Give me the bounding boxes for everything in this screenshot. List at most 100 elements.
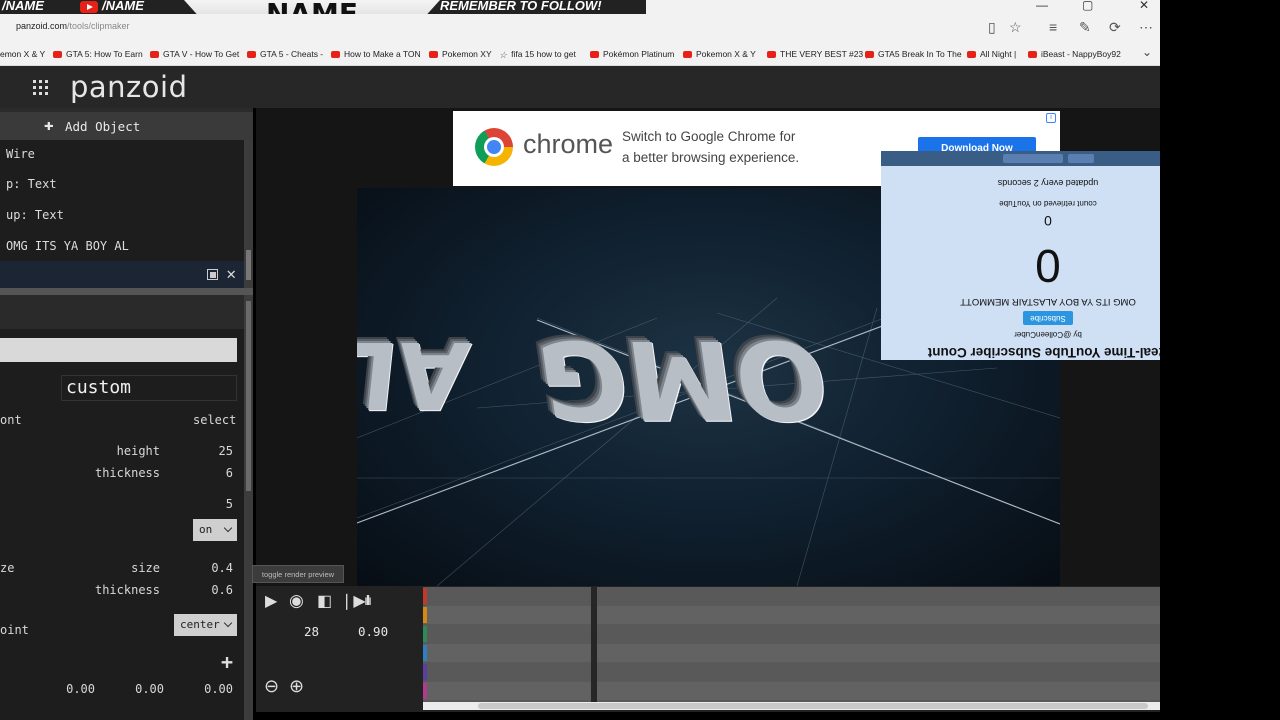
favorite-item[interactable]: GTA5 Break In To The <box>865 49 962 59</box>
youtube-icon <box>767 51 776 58</box>
object-item[interactable]: p: Text <box>0 170 244 200</box>
favorite-item[interactable]: GTA 5 - Cheats - <box>247 49 323 59</box>
close-window-button[interactable]: ✕ <box>1139 0 1149 12</box>
favorite-item[interactable]: GTA V - How To Get <box>150 49 239 59</box>
font-name-field[interactable]: custom <box>61 375 237 401</box>
ad-line-2: a better browsing experience. <box>622 150 800 165</box>
window-titlebar: — ▢ ✕ <box>646 0 1160 14</box>
close-icon[interactable]: ✕ <box>226 264 236 283</box>
timeline-track[interactable] <box>423 606 1160 624</box>
web-note-icon[interactable]: ✎ <box>1079 19 1091 36</box>
timeline-scrollbar[interactable] <box>423 702 1160 710</box>
scrollbar-thumb[interactable] <box>246 250 251 280</box>
url-text[interactable]: panzoid.com/tools/clipmaker <box>16 21 130 31</box>
object-item[interactable]: OMG ITS YA BOY AL <box>0 232 244 262</box>
maximize-button[interactable]: ▢ <box>1082 0 1093 12</box>
youtube-icon <box>247 51 256 58</box>
font-select-link[interactable]: select <box>193 413 236 427</box>
favorite-item[interactable]: Pokemon X & Y <box>683 49 756 59</box>
object-label: Wire <box>6 147 35 161</box>
bevel-toggle-select[interactable]: on <box>193 519 237 541</box>
timeline-tracks[interactable] <box>423 587 1160 703</box>
properties-scrollbar[interactable] <box>244 295 253 720</box>
youtube-icon <box>683 51 692 58</box>
text-input[interactable] <box>0 338 237 362</box>
thickness-value[interactable]: 6 <box>193 466 233 480</box>
ad-info-icon[interactable]: i <box>1046 113 1056 123</box>
position-z-value[interactable]: 0.00 <box>173 682 233 696</box>
timeline-track[interactable] <box>423 625 1160 643</box>
favorite-item[interactable]: How to Make a TON <box>331 49 421 59</box>
favorite-star-icon[interactable]: ☆ <box>1009 19 1022 36</box>
track-color-marker <box>423 607 427 623</box>
favorite-label: GTA V - How To Get <box>163 49 240 59</box>
eye-icon[interactable]: ◉ <box>289 591 304 611</box>
position-x-value[interactable]: 0.00 <box>35 682 95 696</box>
bevel-thickness-value[interactable]: 0.6 <box>193 583 233 597</box>
youtube-icon <box>865 51 874 58</box>
favorite-item[interactable]: THE VERY BEST #23 | <box>767 49 868 59</box>
counter-chip[interactable] <box>1068 154 1094 163</box>
play-icon[interactable]: ▶ <box>265 591 277 611</box>
timeline-track[interactable] <box>423 682 1160 700</box>
timeline-track[interactable] <box>423 644 1160 662</box>
anchor-point-select[interactable]: center <box>174 614 237 636</box>
add-object-button[interactable]: ✚ Add Object <box>0 112 253 140</box>
object-label: OMG ITS YA BOY AL <box>6 239 129 253</box>
timeline-track[interactable] <box>423 663 1160 681</box>
favorite-label: fifa 15 how to get <box>511 49 576 59</box>
subscribe-button[interactable]: Subscribe <box>1023 311 1073 325</box>
favorite-label: How to Make a TON <box>344 49 421 59</box>
more-icon[interactable]: ⋯ <box>1139 19 1153 36</box>
app-logo[interactable]: panzoid <box>70 70 188 104</box>
zoom-out-icon[interactable]: ⊖ <box>264 676 279 697</box>
anchor-point-label: oint <box>0 623 29 637</box>
scrollbar-thumb[interactable] <box>246 301 251 491</box>
address-bar[interactable]: panzoid.com/tools/clipmaker ▯ ☆ ≡ ✎ ⟳ ⋯ <box>0 14 1160 42</box>
favorite-item[interactable]: Pokemon XY <box>429 49 492 59</box>
curve-segments-value[interactable]: 5 <box>193 497 233 511</box>
zoom-in-icon[interactable]: ⊕ <box>289 676 304 697</box>
track-color-marker <box>423 683 427 699</box>
audio-waveform-icon[interactable]: ıllı <box>364 592 372 608</box>
step-forward-icon[interactable]: ❘▶ <box>340 591 366 611</box>
bevel-toggle-value: on <box>199 523 213 536</box>
apps-grid-icon[interactable] <box>33 80 49 96</box>
scrollbar-thumb[interactable] <box>478 703 1148 709</box>
hub-icon[interactable]: ≡ <box>1049 19 1057 35</box>
app-header: panzoid <box>0 66 1160 108</box>
favorite-item[interactable]: All Night | <box>967 49 1016 59</box>
favorite-item[interactable]: ☆ fifa 15 how to get <box>499 49 576 61</box>
reading-view-icon[interactable]: ▯ <box>988 19 996 36</box>
minimize-button[interactable]: — <box>1036 0 1048 12</box>
favorites-bar: emon X & Y GTA 5: How To Earn GTA V - Ho… <box>0 42 1160 66</box>
duplicate-icon[interactable] <box>207 269 218 280</box>
timeline-track[interactable] <box>423 587 1160 605</box>
object-item[interactable]: Wire <box>0 140 244 170</box>
render-preview-icon[interactable]: ◧ <box>317 591 332 611</box>
height-value[interactable]: 25 <box>193 444 233 458</box>
position-y-value[interactable]: 0.00 <box>104 682 164 696</box>
height-label: height <box>116 444 160 458</box>
youtube-icon <box>967 51 976 58</box>
playhead[interactable] <box>591 587 597 703</box>
favorite-item[interactable]: GTA 5: How To Earn <box>53 49 143 59</box>
favorite-item[interactable]: iBeast - NappyBoy92 <box>1028 49 1121 59</box>
share-icon[interactable]: ⟳ <box>1109 19 1121 36</box>
banner-follow-text: REMEMBER TO FOLLOW! <box>440 0 602 13</box>
add-keyframe-plus-icon[interactable]: + <box>221 650 233 674</box>
object-item[interactable]: up: Text <box>0 201 244 231</box>
object-label: up: Text <box>6 208 64 222</box>
object-list-scrollbar[interactable] <box>244 140 253 288</box>
bevel-size-value[interactable]: 0.4 <box>193 561 233 575</box>
banner-left-handle: /NAME <box>2 0 44 13</box>
favorite-item[interactable]: emon X & Y <box>0 49 45 59</box>
favorite-item[interactable]: Pokémon Platinum <box>590 49 674 59</box>
object-item-selected[interactable]: ✕ <box>0 261 244 291</box>
left-panel: ✚ Add Object Wire p: Text up: Text OMG I… <box>0 108 253 720</box>
youtube-logo-icon <box>80 1 98 13</box>
url-path: /tools/clipmaker <box>67 21 130 31</box>
panel-divider[interactable] <box>0 288 253 295</box>
counter-chip[interactable] <box>1003 154 1063 163</box>
chevron-down-icon[interactable]: ⌄ <box>1142 45 1152 59</box>
